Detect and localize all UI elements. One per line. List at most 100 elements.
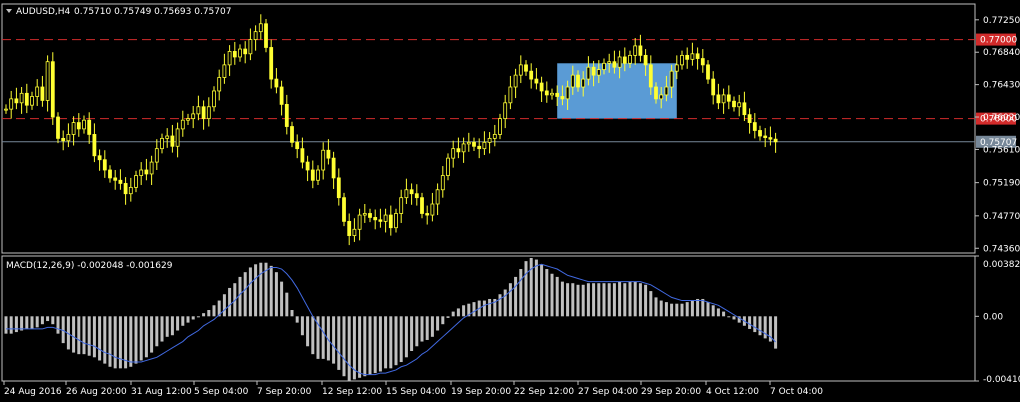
macd-bar (196, 316, 200, 318)
macd-bar (358, 316, 362, 378)
macd-bar (415, 316, 419, 347)
candle-body (576, 74, 580, 88)
macd-bar (581, 284, 585, 317)
symbol-label[interactable]: AUDUSD,H4 (16, 7, 71, 17)
candle-body (196, 106, 201, 115)
candle-body (446, 157, 450, 176)
candle-body (612, 61, 617, 68)
chart-canvas: 0.770000.760000.75707 0.772500.768400.76… (0, 0, 1020, 402)
candle-body (295, 141, 300, 150)
ohlc-readout: 0.75710 0.75749 0.75693 0.75707 (74, 7, 231, 17)
macd-bar (425, 316, 429, 340)
candle-body (544, 90, 549, 96)
macd-bar (384, 316, 388, 369)
candle-body (643, 54, 648, 66)
candle-body (40, 86, 45, 101)
macd-bar (363, 316, 367, 377)
macd-bar (597, 283, 601, 317)
macd-bar (212, 305, 216, 317)
macd-bar (280, 281, 284, 317)
macd-bar (566, 283, 570, 317)
candle-body (300, 148, 305, 163)
candle-body (305, 161, 310, 171)
candle-body (368, 213, 372, 218)
price-tick-label: 0.77250 (983, 16, 1020, 26)
candle-body (362, 213, 367, 216)
macd-bar (774, 316, 778, 349)
macd-bar (20, 316, 24, 331)
time-tick-label: 12 Sep 12:00 (322, 387, 382, 397)
macd-bar (108, 316, 112, 367)
macd-bar (394, 316, 398, 366)
candle-body (56, 116, 60, 139)
macd-bar (602, 283, 606, 317)
time-tick-label: 31 Aug 12:00 (131, 387, 192, 397)
candle-body (61, 137, 66, 142)
candle-body (461, 143, 466, 153)
macd-bar (337, 316, 341, 370)
candle-body (659, 94, 664, 100)
candle-body (201, 106, 206, 120)
candle-body (76, 122, 81, 130)
macd-bar (9, 316, 13, 334)
candle-body (123, 183, 128, 195)
candle-body (633, 45, 638, 56)
macd-bar (295, 316, 299, 323)
time-tick-label: 24 Aug 2016 (4, 387, 62, 397)
macd-bar (519, 269, 523, 317)
macd-bar (644, 284, 648, 317)
macd-bar (274, 272, 278, 317)
macd-bar (524, 261, 528, 317)
macd-bar (436, 316, 440, 331)
macd-bar (222, 294, 226, 317)
macd-bar (711, 305, 715, 317)
candle-body (97, 155, 102, 161)
candle-body (274, 78, 279, 88)
macd-bar (727, 316, 731, 318)
macd-bar (503, 289, 507, 317)
candle-body (539, 82, 544, 92)
macd-bar (633, 281, 637, 317)
macd-bar (555, 276, 559, 317)
candle-body (763, 135, 768, 138)
candle-body (45, 61, 50, 101)
macd-bar (155, 316, 159, 347)
candle-body (420, 197, 424, 214)
macd-bar (659, 300, 663, 317)
macd-bar (254, 264, 258, 317)
supply-zone-rect[interactable] (557, 63, 677, 119)
candle-body (690, 53, 695, 60)
macd-bar (488, 298, 492, 317)
candle-body (570, 74, 575, 88)
candle-body (139, 169, 144, 176)
macd-bar (576, 284, 580, 317)
macd-bar (456, 308, 460, 317)
time-tick-label: 29 Sep 20:00 (641, 387, 701, 397)
macd-bar (399, 316, 403, 363)
candle-body (118, 179, 123, 184)
candle-body (191, 113, 196, 120)
macd-bar (649, 291, 653, 317)
macd-bar (40, 316, 44, 325)
candle-body (243, 48, 248, 55)
macd-bar (482, 300, 486, 317)
macd-bar (321, 316, 325, 359)
time-tick-label: 27 Sep 04:00 (578, 387, 638, 397)
macd-bar (30, 316, 34, 329)
candle-body (685, 54, 690, 60)
candle-body (206, 106, 211, 120)
candle-body (71, 122, 76, 135)
macd-bar (56, 316, 60, 334)
candle-body (773, 138, 778, 143)
candle-body (212, 90, 216, 108)
macd-bar (623, 283, 627, 317)
macd-bar (129, 316, 133, 367)
price-tick-label: 0.76020 (983, 113, 1020, 123)
macd-bar (248, 267, 252, 317)
candle-body (248, 39, 253, 55)
macd-bar (98, 316, 102, 361)
candle-body (425, 213, 430, 216)
price-tick-label: 0.75610 (983, 145, 1020, 155)
candle-body (14, 98, 19, 104)
candle-body (492, 134, 497, 139)
